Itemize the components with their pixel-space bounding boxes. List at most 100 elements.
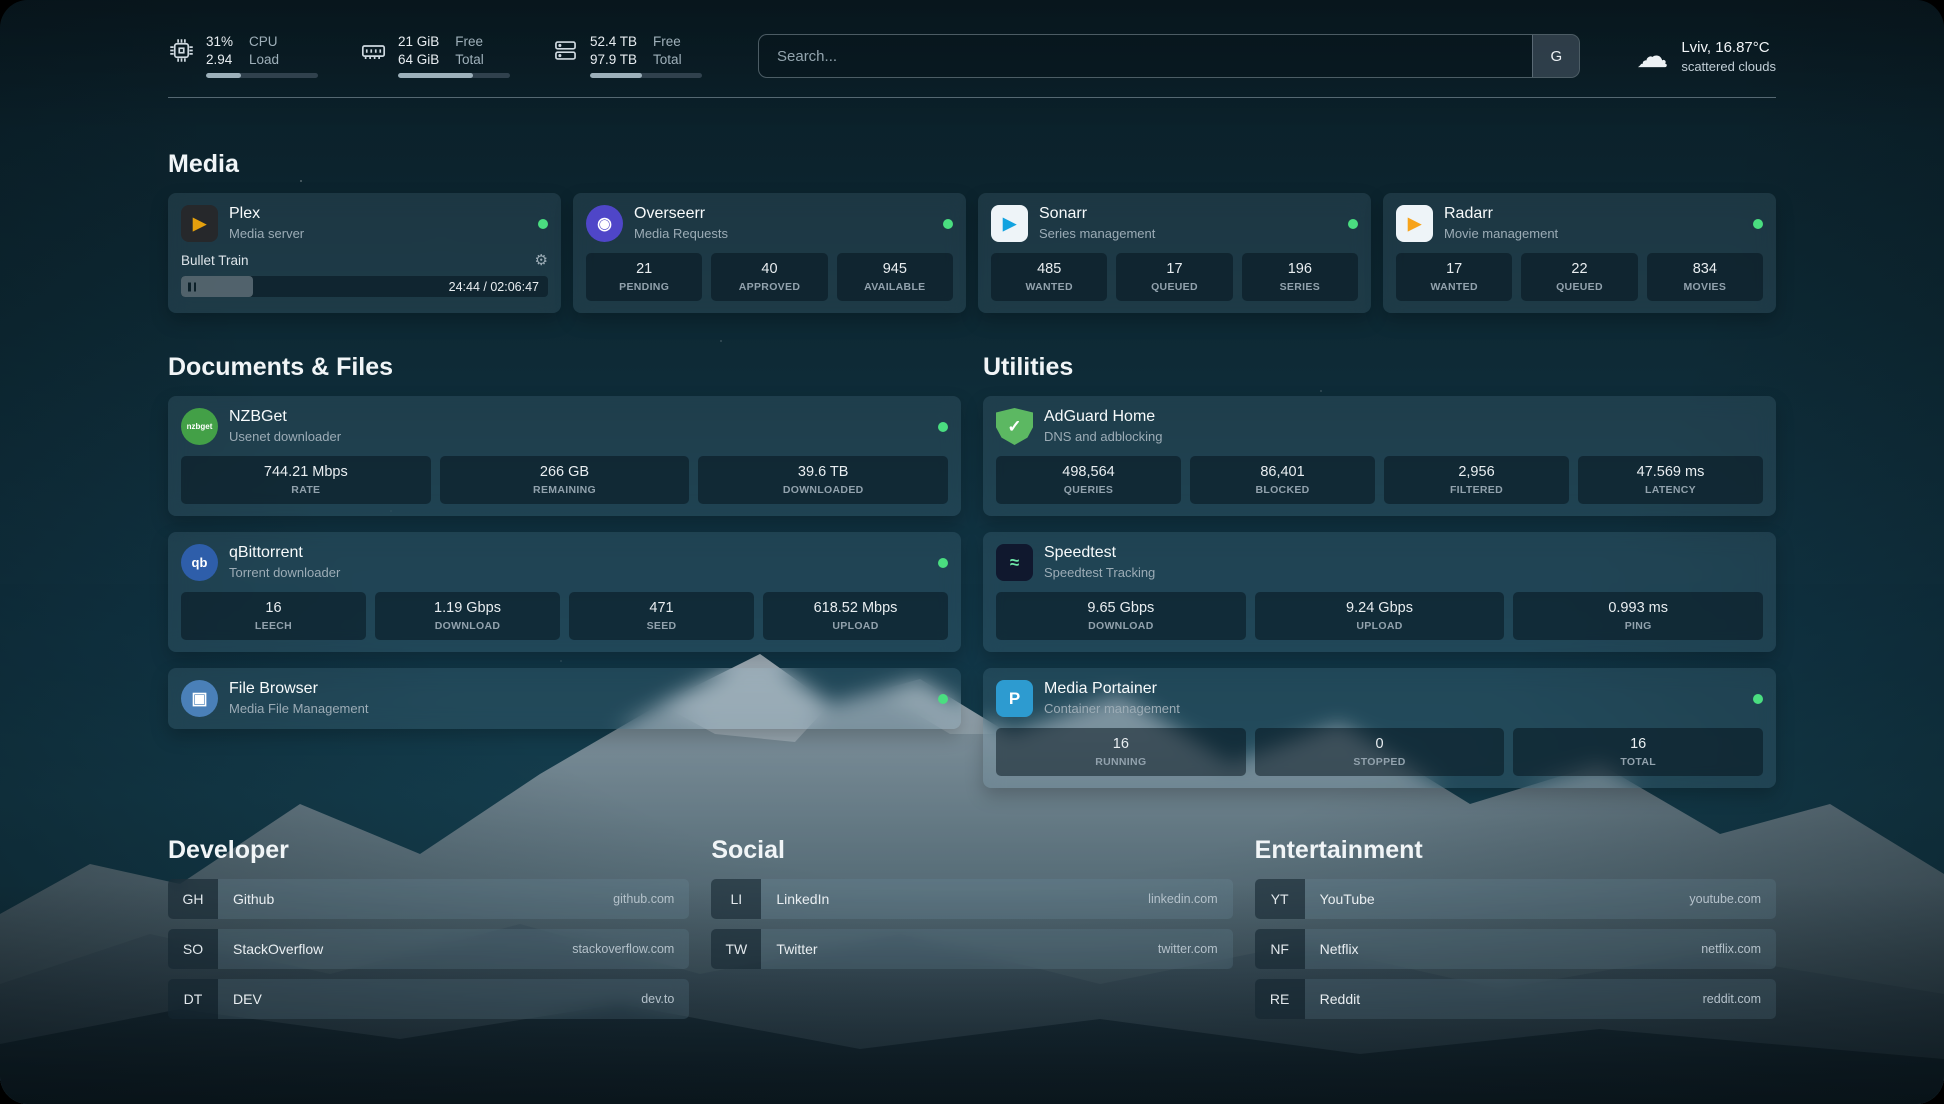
stat-label: WANTED bbox=[1400, 281, 1508, 293]
service-description: Movie management bbox=[1444, 227, 1558, 242]
bookmark-netflix[interactable]: NFNetflixnetflix.com bbox=[1255, 929, 1776, 969]
stat-label: DOWNLOAD bbox=[379, 620, 556, 632]
stat-block-ping: 0.993 ms PING bbox=[1513, 592, 1763, 640]
service-name: File Browser bbox=[229, 680, 368, 698]
stat-value: 86,401 bbox=[1194, 464, 1371, 480]
stat-block-blocked: 86,401BLOCKED bbox=[1190, 456, 1375, 504]
sonarr-icon: ▶ bbox=[991, 205, 1028, 242]
bookmark-linkedin[interactable]: LILinkedInlinkedin.com bbox=[711, 879, 1232, 919]
resource-value: 64 GiB bbox=[398, 52, 439, 67]
stat-value: 196 bbox=[1246, 261, 1354, 277]
weather-condition: scattered clouds bbox=[1681, 59, 1776, 74]
icon-glyph: nzbget bbox=[187, 422, 213, 431]
bookmark-dev[interactable]: DTDEVdev.to bbox=[168, 979, 689, 1019]
stat-block-remaining: 266 GBREMAINING bbox=[440, 456, 690, 504]
stat-value: 17 bbox=[1400, 261, 1508, 277]
service-card-media-portainer[interactable]: PMedia PortainerContainer management16RU… bbox=[983, 668, 1776, 788]
stat-value: 0.993 ms bbox=[1517, 600, 1759, 616]
stat-block-queries: 498,564 QUERIES bbox=[996, 456, 1181, 504]
stat-value: 39.6 TB bbox=[702, 464, 944, 480]
bookmark-name: LinkedIn bbox=[761, 891, 829, 907]
stat-block-queued: 22QUEUED bbox=[1521, 253, 1637, 301]
settings-gear-icon[interactable]: ⚙ bbox=[535, 251, 548, 269]
status-indicator bbox=[938, 422, 948, 432]
resource-widget-ram: 21 GiBFree64 GiBTotal bbox=[360, 34, 510, 78]
stat-label: LATENCY bbox=[1582, 484, 1759, 496]
status-indicator bbox=[938, 558, 948, 568]
stat-label: PENDING bbox=[590, 281, 698, 293]
service-name: Speedtest bbox=[1044, 544, 1155, 562]
search-provider-button[interactable]: G bbox=[1532, 35, 1579, 77]
portainer-icon: P bbox=[996, 680, 1033, 717]
stat-block-approved: 40APPROVED bbox=[711, 253, 827, 301]
resource-value: 31% bbox=[206, 34, 233, 49]
resource-label: Load bbox=[249, 52, 318, 67]
section-title-media: Media bbox=[168, 150, 1776, 179]
service-card-speedtest[interactable]: ≈SpeedtestSpeedtest Tracking9.65 GbpsDOW… bbox=[983, 532, 1776, 652]
resource-widget-cpu: 31%CPU2.94Load bbox=[168, 34, 318, 78]
service-name: Overseerr bbox=[634, 205, 728, 223]
service-card-plex[interactable]: ▶PlexMedia serverBullet Train⚙24:44 / 02… bbox=[168, 193, 561, 313]
status-indicator bbox=[943, 219, 953, 229]
stat-label: QUERIES bbox=[1000, 484, 1177, 496]
stat-label: LEECH bbox=[185, 620, 362, 632]
resource-progress-fill bbox=[206, 73, 241, 78]
status-indicator bbox=[938, 694, 948, 704]
resource-progress-bar bbox=[206, 73, 318, 78]
section-documents: Documents & Files nzbgetNZBGetUsenet dow… bbox=[168, 353, 961, 729]
bookmark-youtube[interactable]: YTYouTubeyoutube.com bbox=[1255, 879, 1776, 919]
playback-time: 24:44 / 02:06:47 bbox=[449, 280, 539, 294]
service-name: Media Portainer bbox=[1044, 680, 1180, 698]
resource-label: Total bbox=[653, 52, 702, 67]
search-input[interactable] bbox=[759, 35, 1532, 77]
filebrowser-icon: ▣ bbox=[181, 680, 218, 717]
service-card-qbittorrent[interactable]: qbqBittorrentTorrent downloader16LEECH1.… bbox=[168, 532, 961, 652]
icon-glyph: qb bbox=[192, 555, 208, 570]
nzbget-icon: nzbget bbox=[181, 408, 218, 445]
stat-label: UPLOAD bbox=[1259, 620, 1501, 632]
bookmark-name: Twitter bbox=[761, 941, 817, 957]
service-card-nzbget[interactable]: nzbgetNZBGetUsenet downloader744.21 Mbps… bbox=[168, 396, 961, 516]
bookmark-abbr: TW bbox=[711, 929, 761, 969]
service-card-adguard-home[interactable]: ✓AdGuard HomeDNS and adblocking498,564QU… bbox=[983, 396, 1776, 516]
speedtest-icon: ≈ bbox=[996, 544, 1033, 581]
section-title-entertainment: Entertainment bbox=[1255, 836, 1776, 865]
playback-progress-bar[interactable]: 24:44 / 02:06:47 bbox=[181, 276, 548, 297]
bookmark-twitter[interactable]: TWTwittertwitter.com bbox=[711, 929, 1232, 969]
weather-widget[interactable]: ☁ Lviv, 16.87°C scattered clouds bbox=[1636, 39, 1776, 74]
stat-label: RUNNING bbox=[1000, 756, 1242, 768]
disk-icon bbox=[552, 34, 579, 64]
stat-value: 498,564 bbox=[1000, 464, 1177, 480]
bookmark-abbr: YT bbox=[1255, 879, 1305, 919]
stat-label: PING bbox=[1517, 620, 1759, 632]
service-description: Media File Management bbox=[229, 702, 368, 717]
service-card-file-browser[interactable]: ▣ File Browser Media File Management bbox=[168, 668, 961, 729]
stat-value: 485 bbox=[995, 261, 1103, 277]
resource-label: Free bbox=[455, 34, 510, 49]
section-title-developer: Developer bbox=[168, 836, 689, 865]
cloud-icon: ☁ bbox=[1636, 40, 1668, 72]
service-card-radarr[interactable]: ▶RadarrMovie management17WANTED22QUEUED8… bbox=[1383, 193, 1776, 313]
bookmark-stackoverflow[interactable]: SOStackOverflowstackoverflow.com bbox=[168, 929, 689, 969]
bookmark-github[interactable]: GHGithubgithub.com bbox=[168, 879, 689, 919]
resource-value: 97.9 TB bbox=[590, 52, 637, 67]
service-card-overseerr[interactable]: ◉OverseerrMedia Requests21PENDING40APPRO… bbox=[573, 193, 966, 313]
bookmark-reddit[interactable]: RERedditreddit.com bbox=[1255, 979, 1776, 1019]
stat-label: REMAINING bbox=[444, 484, 686, 496]
service-description: Torrent downloader bbox=[229, 566, 340, 581]
stat-label: FILTERED bbox=[1388, 484, 1565, 496]
bookmarks-area: Developer GHGithubgithub.com SOStackOverfl… bbox=[168, 836, 1776, 1029]
search-bar[interactable]: G bbox=[758, 34, 1580, 78]
icon-glyph: ≈ bbox=[1010, 553, 1019, 573]
qbittorrent-icon: qb bbox=[181, 544, 218, 581]
service-description: Media server bbox=[229, 227, 304, 242]
bookmark-group-social: SocialLILinkedInlinkedin.comTWTwittertwi… bbox=[711, 836, 1232, 1029]
service-name: Radarr bbox=[1444, 205, 1558, 223]
section-utilities: Utilities ✓AdGuard HomeDNS and adblockin… bbox=[983, 353, 1776, 788]
stat-value: 945 bbox=[841, 261, 949, 277]
resource-progress-bar bbox=[398, 73, 510, 78]
stat-value: 16 bbox=[1517, 736, 1759, 752]
pause-icon[interactable] bbox=[188, 282, 196, 291]
service-card-sonarr[interactable]: ▶SonarrSeries management485WANTED17QUEUE… bbox=[978, 193, 1371, 313]
icon-glyph: ✓ bbox=[1007, 417, 1021, 437]
